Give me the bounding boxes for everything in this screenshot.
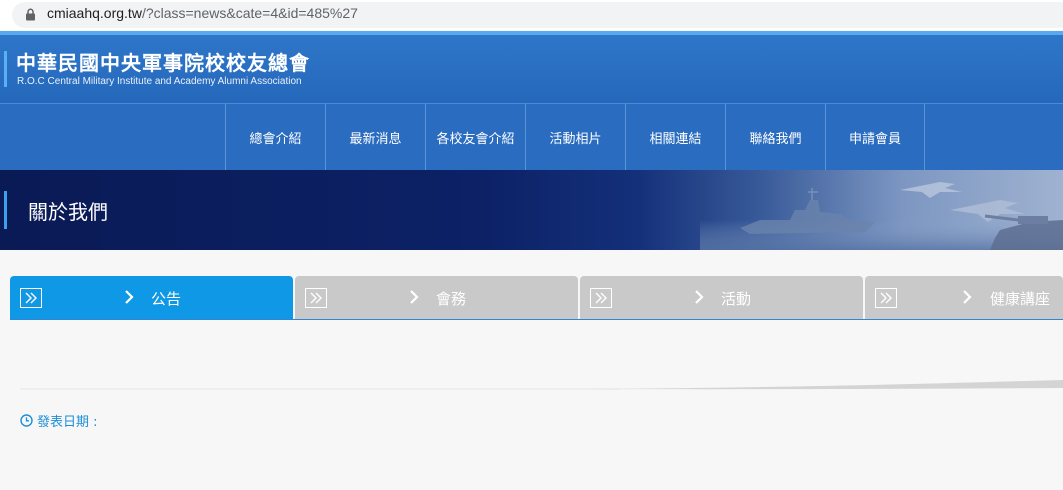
publish-date-label: 發表日期 : <box>37 415 98 430</box>
nav-item-about[interactable]: 總會介紹 <box>225 104 325 170</box>
tab-label: 會務 <box>436 290 467 308</box>
tab-health-lectures[interactable]: 健康講座 <box>865 276 1063 319</box>
chevron-right-icon <box>410 290 419 304</box>
chevron-right-icon <box>125 290 134 304</box>
site-title[interactable]: 中華民國中央軍事院校校友總會 <box>16 47 310 76</box>
url-host: cmiaahq.org.tw <box>47 5 142 21</box>
site-header: 中華民國中央軍事院校校友總會 R.O.C Central Military In… <box>0 31 1063 103</box>
tab-label: 健康講座 <box>990 290 1051 308</box>
url-path: /?class=news&cate=4&id=485%27 <box>141 5 358 21</box>
double-chevron-icon <box>590 288 612 308</box>
content-divider <box>20 380 1063 390</box>
page-banner: 關於我們 <box>0 170 1063 250</box>
nav-item-links[interactable]: 相關連結 <box>625 104 725 170</box>
nav-item-photos[interactable]: 活動相片 <box>525 104 625 170</box>
banner-accent-bar <box>4 191 7 229</box>
category-tabs: 公告 會務 活動 健康講座 <box>10 276 1063 320</box>
chevron-right-icon <box>695 290 704 304</box>
clock-icon <box>20 414 33 427</box>
tab-label: 活動 <box>721 290 752 308</box>
browser-url-bar: cmiaahq.org.tw/?class=news&cate=4&id=485… <box>0 0 1063 30</box>
military-banner-image <box>700 182 1063 250</box>
tab-announcement[interactable]: 公告 <box>10 276 293 319</box>
tab-activities[interactable]: 活動 <box>580 276 863 319</box>
header-accent-bar <box>4 51 7 87</box>
tab-association-affairs[interactable]: 會務 <box>295 276 578 319</box>
page-title: 關於我們 <box>28 200 108 224</box>
lock-icon <box>26 8 35 21</box>
double-chevron-icon <box>875 288 897 308</box>
tabs-underline <box>10 319 1063 320</box>
double-chevron-icon <box>305 288 327 308</box>
tab-label: 公告 <box>151 290 182 308</box>
publish-date-row: 發表日期 : <box>20 411 98 430</box>
double-chevron-icon <box>20 288 42 308</box>
main-nav: 總會介紹 最新消息 各校友會介紹 活動相片 相關連結 聯絡我們 申請會員 <box>0 103 1063 170</box>
nav-item-contact[interactable]: 聯絡我們 <box>725 104 825 170</box>
nav-items: 總會介紹 最新消息 各校友會介紹 活動相片 相關連結 聯絡我們 申請會員 <box>225 104 925 170</box>
nav-item-alumni-associations[interactable]: 各校友會介紹 <box>425 104 525 170</box>
url-text[interactable]: cmiaahq.org.tw/?class=news&cate=4&id=485… <box>47 5 358 21</box>
site-subtitle: R.O.C Central Military Institute and Aca… <box>17 76 302 87</box>
chevron-right-icon <box>963 290 972 304</box>
nav-item-news[interactable]: 最新消息 <box>325 104 425 170</box>
nav-item-membership[interactable]: 申請會員 <box>825 104 925 170</box>
